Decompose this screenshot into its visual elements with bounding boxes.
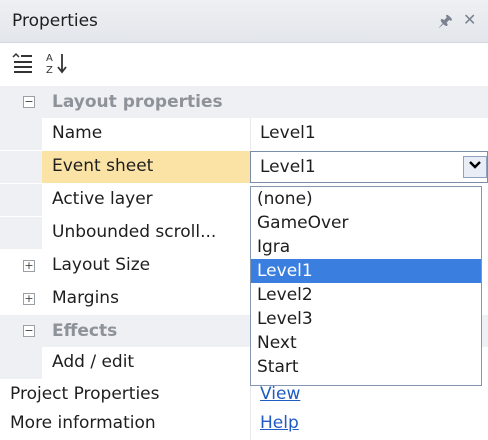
dropdown-option[interactable]: Level3 bbox=[251, 307, 481, 331]
dropdown-option[interactable]: Start bbox=[251, 355, 481, 379]
panel-title: Properties bbox=[12, 11, 98, 31]
property-label: Project Properties bbox=[10, 384, 160, 404]
property-label: Event sheet bbox=[52, 156, 154, 176]
categorized-icon[interactable] bbox=[8, 49, 36, 77]
dropdown-option[interactable]: Next bbox=[251, 331, 481, 355]
chevron-down-icon[interactable] bbox=[463, 156, 487, 178]
property-label: Unbounded scroll... bbox=[52, 222, 217, 242]
collapse-icon[interactable]: − bbox=[23, 325, 35, 337]
collapse-icon[interactable]: − bbox=[23, 96, 35, 108]
property-row-event-sheet[interactable]: Event sheet Level1 bbox=[0, 151, 488, 183]
dropdown-option-selected[interactable]: Level1 bbox=[251, 259, 481, 283]
dropdown-option[interactable]: Igra bbox=[251, 235, 481, 259]
event-sheet-combobox[interactable]: Level1 bbox=[250, 151, 488, 183]
property-label: More information bbox=[10, 413, 156, 433]
property-value: Level1 bbox=[260, 157, 316, 177]
svg-text:A: A bbox=[46, 53, 53, 64]
view-link[interactable]: View bbox=[260, 384, 300, 404]
property-value: Level1 bbox=[260, 123, 316, 143]
sort-alphabetical-icon[interactable]: A Z bbox=[44, 49, 72, 77]
property-row-more-information: More information Help bbox=[0, 408, 488, 440]
panel-header: Properties 🖈︎ ✕ bbox=[0, 0, 488, 43]
property-label: Layout Size bbox=[52, 255, 151, 275]
event-sheet-dropdown-list[interactable]: (none) GameOver Igra Level1 Level2 Level… bbox=[250, 186, 482, 386]
help-link[interactable]: Help bbox=[260, 413, 299, 433]
category-layout-properties[interactable]: − Layout properties bbox=[0, 86, 488, 118]
toolbar: A Z bbox=[0, 43, 488, 83]
category-label: Effects bbox=[52, 321, 118, 341]
property-label: Active layer bbox=[52, 189, 153, 209]
expand-icon[interactable]: + bbox=[23, 260, 35, 272]
dropdown-option[interactable]: GameOver bbox=[251, 211, 481, 235]
pin-icon[interactable]: 🖈︎ bbox=[438, 10, 453, 37]
property-label: Margins bbox=[52, 288, 119, 308]
svg-text:Z: Z bbox=[46, 65, 53, 76]
property-label: Add / edit bbox=[52, 352, 135, 372]
name-value-field[interactable]: Level1 bbox=[250, 118, 488, 150]
property-row-name[interactable]: Name Level1 bbox=[0, 118, 488, 150]
expand-icon[interactable]: + bbox=[23, 293, 35, 305]
close-icon[interactable]: ✕ bbox=[463, 10, 476, 29]
dropdown-option[interactable]: Level2 bbox=[251, 283, 481, 307]
dropdown-option[interactable]: (none) bbox=[251, 187, 481, 211]
property-label: Name bbox=[52, 123, 103, 143]
category-label: Layout properties bbox=[52, 92, 223, 112]
